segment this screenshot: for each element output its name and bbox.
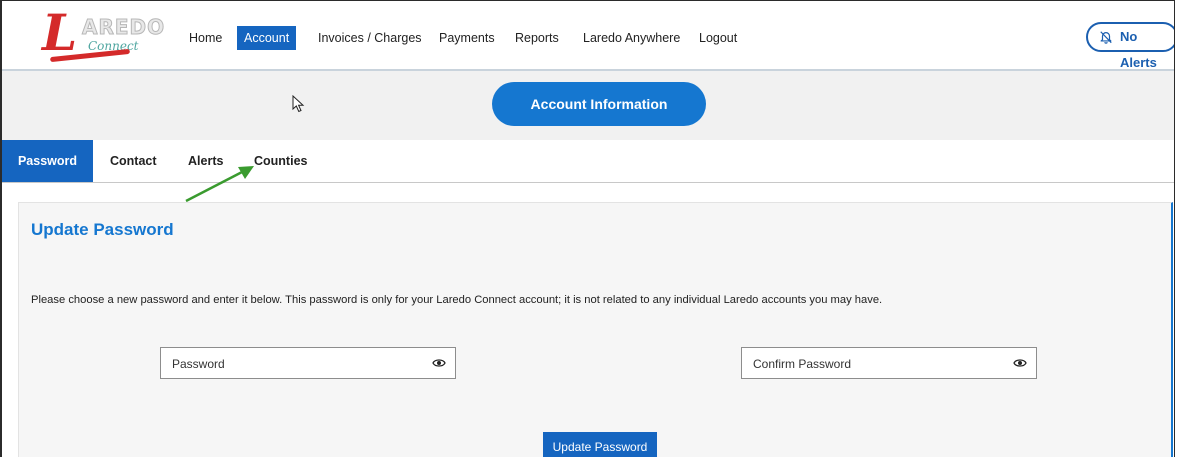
bell-slash-icon [1100, 31, 1112, 44]
eye-icon[interactable] [1013, 357, 1027, 369]
password-input[interactable] [161, 348, 424, 380]
no-alerts-label: No Alerts [1120, 29, 1157, 70]
mouse-pointer-icon [292, 95, 305, 113]
eye-icon[interactable] [432, 357, 446, 369]
card-description: Please choose a new password and enter i… [31, 294, 883, 306]
tab-contact[interactable]: Contact [110, 140, 157, 182]
card-title: Update Password [31, 220, 174, 239]
update-password-button[interactable]: Update Password [543, 432, 657, 457]
browser-viewport: L AREDO Connect Home Account Invoices / … [0, 0, 1175, 457]
confirm-password-field[interactable] [741, 347, 1037, 380]
nav-invoices-charges[interactable]: Invoices / Charges [318, 26, 422, 50]
logo-letter-l: L [42, 3, 78, 62]
nav-account[interactable]: Account [237, 26, 297, 50]
nav-home[interactable]: Home [189, 26, 222, 50]
nav-logout[interactable]: Logout [699, 26, 737, 50]
account-information-button[interactable]: Account Information [492, 82, 706, 126]
nav-payments[interactable]: Payments [439, 26, 495, 50]
nav-reports[interactable]: Reports [515, 26, 559, 50]
logo-letters: AREDO [81, 15, 166, 40]
no-alerts-button[interactable]: No Alerts [1086, 22, 1174, 70]
green-arrow-icon [185, 166, 254, 203]
password-field[interactable] [160, 347, 456, 380]
tab-password[interactable]: Password [2, 140, 93, 182]
update-password-card: Update Password Please choose a new pass… [18, 202, 1173, 457]
page-banner: Account Information [2, 71, 1174, 140]
top-navigation: L AREDO Connect Home Account Invoices / … [2, 1, 1174, 71]
confirm-password-input[interactable] [742, 348, 1005, 380]
laredo-connect-logo[interactable]: L AREDO Connect [40, 3, 165, 63]
tab-counties[interactable]: Counties [254, 140, 307, 182]
nav-laredo-anywhere[interactable]: Laredo Anywhere [583, 26, 680, 50]
account-tabs: Password Contact Alerts Counties [2, 140, 1174, 183]
